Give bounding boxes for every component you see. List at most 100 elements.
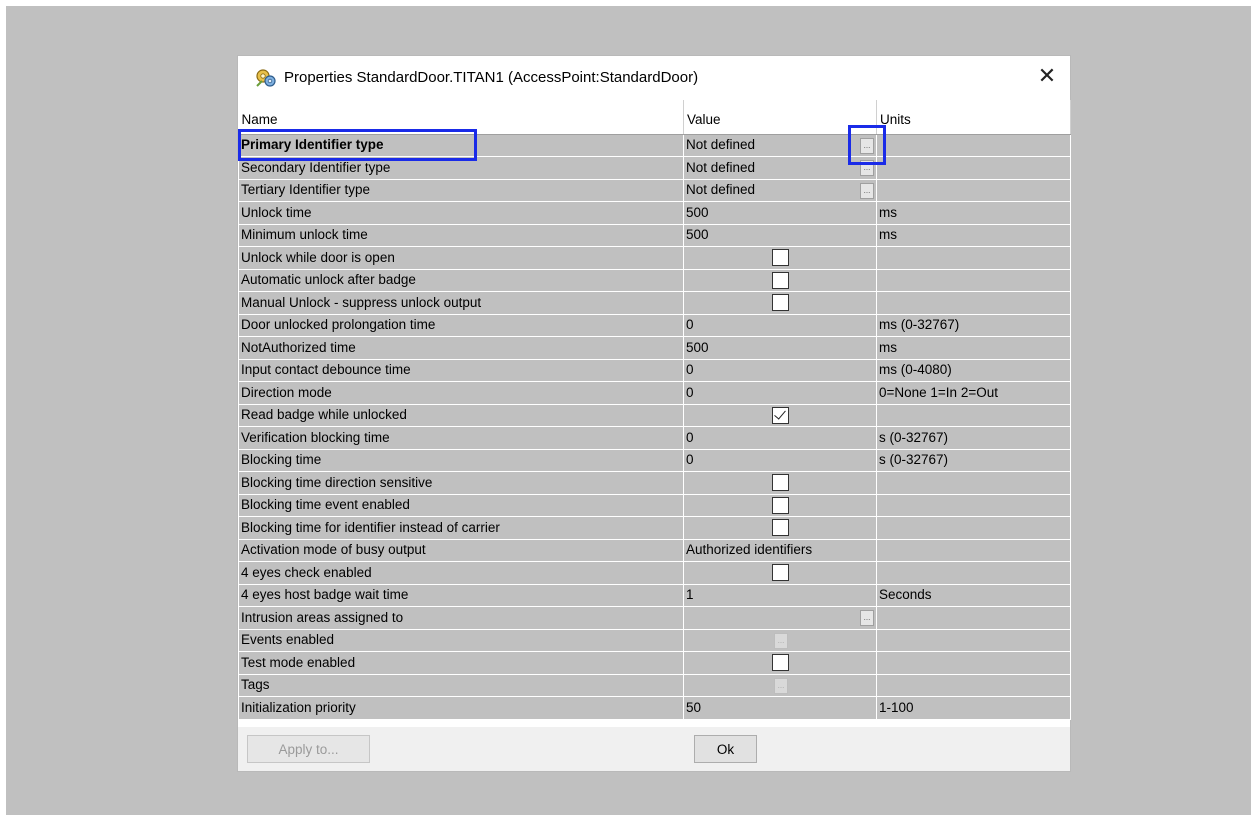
column-header-name[interactable]: Name (238, 100, 684, 135)
property-name[interactable]: Direction mode (238, 381, 684, 405)
property-name[interactable]: Automatic unlock after badge (238, 268, 684, 292)
property-name[interactable]: 4 eyes check enabled (238, 561, 684, 585)
property-name[interactable]: Secondary Identifier type (238, 156, 684, 180)
property-value[interactable]: 0 (683, 381, 877, 405)
property-checkbox[interactable] (772, 271, 789, 289)
property-value[interactable] (683, 246, 877, 270)
property-value[interactable] (683, 291, 877, 315)
property-value[interactable]: 50 (683, 696, 877, 720)
property-name[interactable]: Intrusion areas assigned to (238, 606, 684, 630)
property-name[interactable]: NotAuthorized time (238, 336, 684, 360)
property-row[interactable]: Blocking time 0 s (0-32767) (238, 448, 1071, 472)
column-header-value[interactable]: Value (683, 100, 877, 135)
property-name[interactable]: Tertiary Identifier type (238, 178, 684, 202)
property-name[interactable]: Activation mode of busy output (238, 538, 684, 562)
property-name[interactable]: Blocking time direction sensitive (238, 471, 684, 495)
property-checkbox[interactable] (772, 474, 789, 491)
property-units (876, 133, 1071, 157)
property-row[interactable]: Blocking time for identifier instead of … (238, 516, 1071, 540)
property-name[interactable]: Test mode enabled (238, 651, 684, 675)
ellipsis-button[interactable]: ... (860, 182, 874, 199)
property-value[interactable]: ... (683, 673, 877, 697)
property-value[interactable] (683, 471, 877, 495)
column-header-units[interactable]: Units (876, 100, 1071, 135)
property-name[interactable]: Minimum unlock time (238, 223, 684, 247)
property-row[interactable]: Tertiary Identifier type Not defined... (238, 178, 1071, 202)
property-checkbox[interactable] (772, 496, 789, 514)
property-checkbox[interactable] (772, 249, 789, 266)
property-row[interactable]: 4 eyes host badge wait time 1 Seconds (238, 583, 1071, 607)
property-value[interactable] (683, 561, 877, 585)
property-row[interactable]: Blocking time event enabled (238, 493, 1071, 517)
property-name[interactable]: Unlock while door is open (238, 246, 684, 270)
property-checkbox[interactable] (772, 564, 789, 581)
property-name[interactable]: Read badge while unlocked (238, 403, 684, 427)
property-value[interactable]: 0 (683, 313, 877, 337)
property-row[interactable]: Input contact debounce time 0 ms (0-4080) (238, 358, 1071, 382)
ellipsis-button[interactable]: ... (860, 137, 874, 154)
close-icon[interactable]: ✕ (1024, 56, 1070, 96)
property-name[interactable]: 4 eyes host badge wait time (238, 583, 684, 607)
property-checkbox[interactable] (772, 406, 789, 424)
property-value[interactable]: Not defined... (683, 178, 877, 202)
property-value[interactable] (683, 493, 877, 517)
property-row[interactable]: NotAuthorized time 500 ms (238, 336, 1071, 360)
property-row[interactable]: Direction mode 0 0=None 1=In 2=Out (238, 381, 1071, 405)
ok-button[interactable]: Ok (694, 735, 757, 763)
property-row[interactable]: Minimum unlock time 500 ms (238, 223, 1071, 247)
property-name[interactable]: Events enabled (238, 628, 684, 652)
property-row[interactable]: Automatic unlock after badge (238, 268, 1071, 292)
property-value[interactable] (683, 651, 877, 675)
dialog-title: Properties StandardDoor.TITAN1 (AccessPo… (284, 69, 699, 86)
property-name[interactable]: Door unlocked prolongation time (238, 313, 684, 337)
property-name[interactable]: Tags (238, 673, 684, 697)
property-row[interactable]: Secondary Identifier type Not defined... (238, 156, 1071, 180)
property-name[interactable]: Blocking time event enabled (238, 493, 684, 517)
property-name[interactable]: Primary Identifier type (238, 133, 684, 157)
property-value[interactable]: Not defined... (683, 133, 877, 157)
property-value[interactable]: 500 (683, 201, 877, 225)
property-name[interactable]: Verification blocking time (238, 426, 684, 450)
property-value[interactable]: 1 (683, 583, 877, 607)
property-row[interactable]: Blocking time direction sensitive (238, 471, 1071, 495)
property-value[interactable]: ... (683, 628, 877, 652)
property-row[interactable]: Manual Unlock - suppress unlock output (238, 291, 1071, 315)
property-row[interactable]: Initialization priority 50 1-100 (238, 696, 1071, 720)
property-row[interactable]: Unlock while door is open (238, 246, 1071, 270)
property-value[interactable]: 500 (683, 336, 877, 360)
property-row[interactable]: Door unlocked prolongation time 0 ms (0-32… (238, 313, 1071, 337)
ellipsis-button[interactable]: ... (860, 610, 874, 626)
property-row[interactable]: Verification blocking time 0 s (0-32767) (238, 426, 1071, 450)
property-row[interactable]: Intrusion areas assigned to... (238, 606, 1071, 630)
property-row[interactable]: Primary Identifier type Not defined... (238, 133, 1071, 157)
property-checkbox[interactable] (772, 654, 789, 671)
ellipsis-button[interactable]: ... (860, 160, 874, 176)
property-units (876, 606, 1071, 630)
property-value[interactable] (683, 516, 877, 540)
property-row[interactable]: Tags... (238, 673, 1071, 697)
property-name[interactable]: Initialization priority (238, 696, 684, 720)
property-value[interactable]: Authorized identifiers (683, 538, 877, 562)
property-row[interactable]: Read badge while unlocked (238, 403, 1071, 427)
property-value[interactable]: 0 (683, 426, 877, 450)
property-checkbox[interactable] (772, 519, 789, 536)
property-row[interactable]: Unlock time 500 ms (238, 201, 1071, 225)
property-checkbox[interactable] (772, 294, 789, 311)
property-value[interactable]: 0 (683, 358, 877, 382)
apply-to-button[interactable]: Apply to... (247, 735, 370, 763)
property-value[interactable] (683, 403, 877, 427)
property-row[interactable]: 4 eyes check enabled (238, 561, 1071, 585)
property-name[interactable]: Input contact debounce time (238, 358, 684, 382)
property-value[interactable] (683, 268, 877, 292)
property-value[interactable]: ... (683, 606, 877, 630)
property-value[interactable]: 0 (683, 448, 877, 472)
property-name[interactable]: Blocking time (238, 448, 684, 472)
property-name[interactable]: Blocking time for identifier instead of … (238, 516, 684, 540)
property-value[interactable]: 500 (683, 223, 877, 247)
property-name[interactable]: Manual Unlock - suppress unlock output (238, 291, 684, 315)
property-row[interactable]: Test mode enabled (238, 651, 1071, 675)
property-row[interactable]: Activation mode of busy output Authorized… (238, 538, 1071, 562)
property-value[interactable]: Not defined... (683, 156, 877, 180)
property-name[interactable]: Unlock time (238, 201, 684, 225)
property-row[interactable]: Events enabled... (238, 628, 1071, 652)
